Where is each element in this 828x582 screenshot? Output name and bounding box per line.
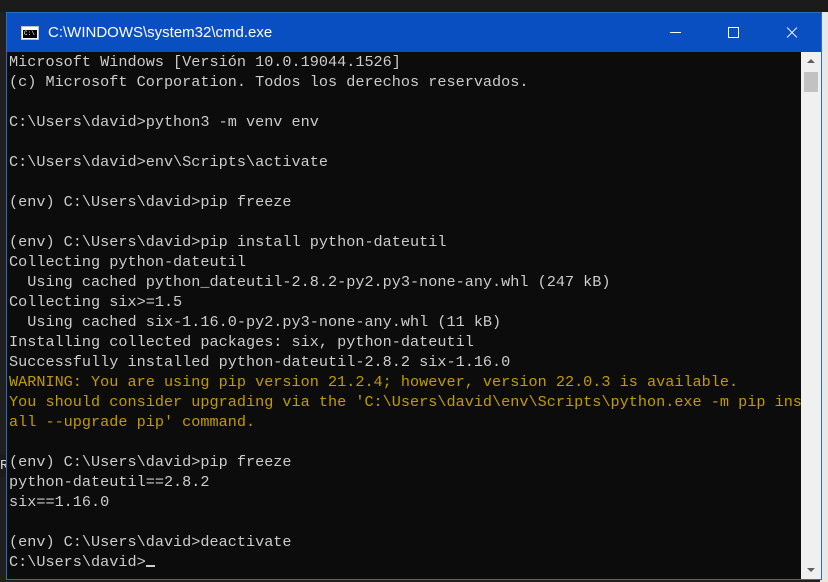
window-title: C:\WINDOWS\system32\cmd.exe [48,24,273,41]
console-prompt: C:\Users\david> [9,553,146,571]
cmd-app-icon[interactable] [21,25,39,40]
background-edge-mark [821,482,828,496]
desktop: R C:\WINDOWS\system32\cmd.exe Microsoft … [0,0,828,582]
scrollbar-thumb[interactable] [804,72,818,92]
console-line: Using cached six-1.16.0-py2.py3-none-any… [9,313,502,331]
console-line: (env) C:\Users\david>deactivate [9,533,292,551]
console-warning-line: You should consider upgrading via the 'C… [9,393,801,411]
console-line: Using cached python_dateutil-2.8.2-py2.p… [9,273,611,291]
console-line: Installing collected packages: six, pyth… [9,333,474,351]
console-output[interactable]: Microsoft Windows [Versión 10.0.19044.15… [9,52,801,579]
console-line: python-dateutil==2.8.2 [9,473,210,491]
maximize-icon[interactable] [705,13,763,52]
console-warning-line: all --upgrade pip' command. [9,413,256,431]
minimize-icon[interactable] [647,13,705,52]
close-icon[interactable] [763,13,821,52]
console-line: Collecting python-dateutil [9,253,246,271]
background-edge-mark [821,312,828,326]
console-line: (env) C:\Users\david>pip freeze [9,193,292,211]
scroll-up-arrow-icon[interactable] [801,52,821,70]
console-warning-line: WARNING: You are using pip version 21.2.… [9,373,739,391]
background-edge-mark [821,342,828,356]
console-line: C:\Users\david>env\Scripts\activate [9,153,328,171]
window-controls [647,13,821,52]
console-line: Successfully installed python-dateutil-2… [9,353,511,371]
console-line: C:\Users\david>python3 -m venv env [9,113,319,131]
console-line: Microsoft Windows [Versión 10.0.19044.15… [9,53,401,71]
background-window-edge [0,0,828,12]
vertical-scrollbar[interactable] [801,52,821,579]
console-line: (env) C:\Users\david>pip freeze [9,453,292,471]
cmd-window: C:\WINDOWS\system32\cmd.exe Microsoft Wi… [6,12,822,580]
console-line: Collecting six>=1.5 [9,293,183,311]
title-bar[interactable]: C:\WINDOWS\system32\cmd.exe [7,13,821,52]
console-line: six==1.16.0 [9,493,110,511]
console-prompt-line[interactable]: C:\Users\david> [9,552,801,572]
console-line: (env) C:\Users\david>pip install python-… [9,233,447,251]
text-cursor [145,565,155,567]
console-line: (c) Microsoft Corporation. Todos los der… [9,73,529,91]
scroll-down-arrow-icon[interactable] [801,561,821,579]
